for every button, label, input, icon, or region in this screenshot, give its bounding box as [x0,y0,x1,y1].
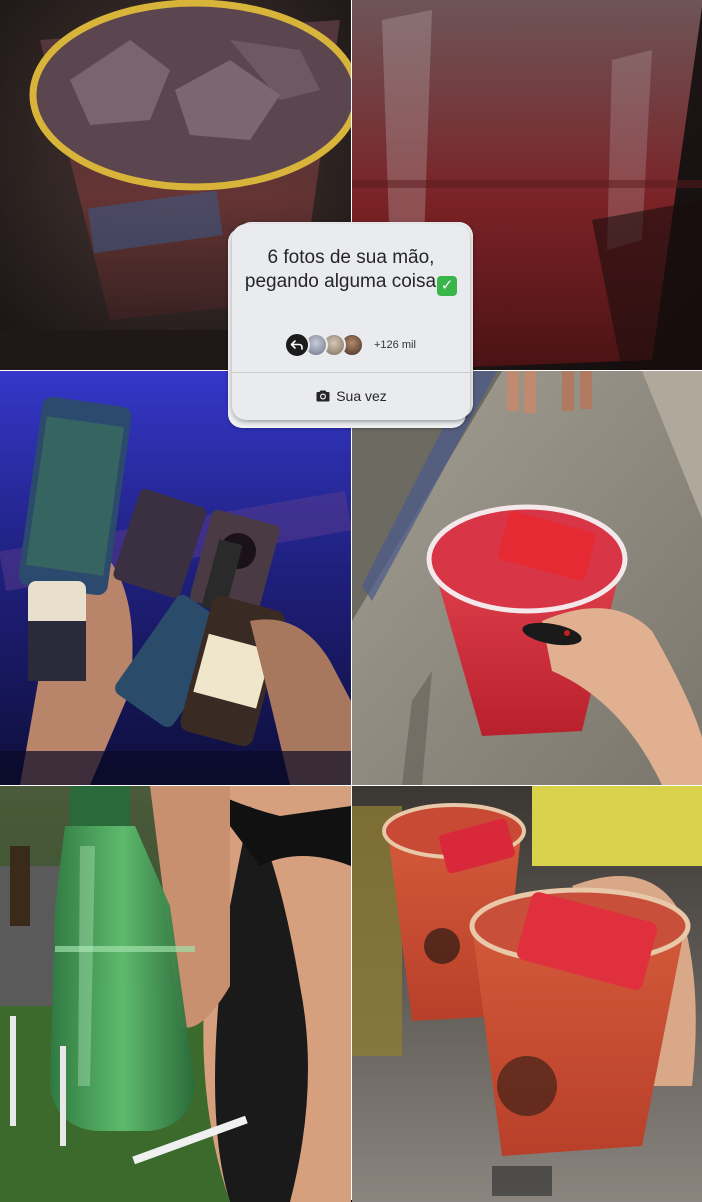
add-yours-sticker[interactable]: 6 fotos de sua mão, pegando alguma coisa… [228,222,473,428]
photo-bottles-blue[interactable] [0,371,351,785]
sticker-prompt: 6 fotos de sua mão, pegando alguma coisa… [242,246,460,296]
check-mark-icon: ✓ [437,276,458,296]
sticker-prompt-text: 6 fotos de sua mão, pegando alguma coisa [244,247,437,292]
photo-red-drink-street[interactable] [352,371,702,785]
your-turn-label: Sua vez [336,388,387,404]
photo-green-bottle[interactable] [0,786,351,1202]
photo-green-bottle-image [0,786,351,1202]
reply-arrow-icon [284,332,310,358]
photo-collage-grid [0,0,702,1202]
photo-red-drink-street-image [352,371,702,785]
participants-row[interactable]: +126 mil [284,332,416,358]
participants-count: +126 mil [374,339,416,351]
camera-icon [315,389,331,403]
photo-two-cups-image [352,786,702,1202]
sticker-card: 6 fotos de sua mão, pegando alguma coisa… [232,224,470,420]
photo-bottles-blue-image [0,371,351,785]
photo-two-cups[interactable] [352,786,702,1202]
your-turn-button[interactable]: Sua vez [232,372,470,420]
